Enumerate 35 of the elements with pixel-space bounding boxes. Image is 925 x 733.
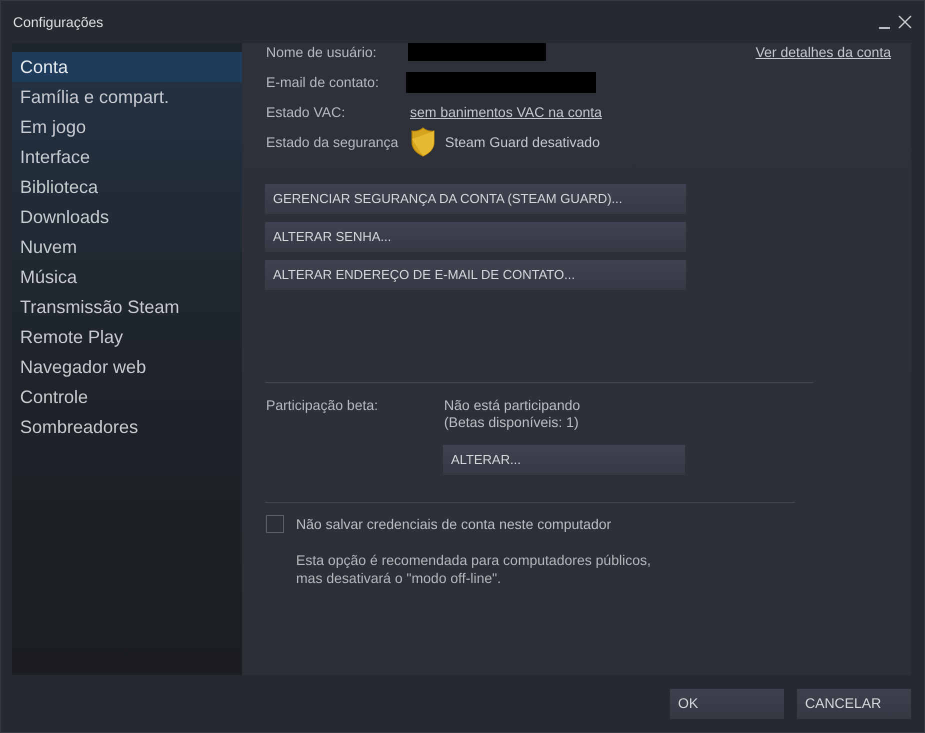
sidebar-item[interactable]: Transmissão Steam [12,292,242,322]
sidebar-item[interactable]: Conta [12,52,242,82]
credentials-note: Esta opção é recomendada para computadores públicos, mas desativará o "modo off-line". [296,551,652,587]
sidebar-item[interactable]: Remote Play [12,322,242,352]
account-details-link[interactable]: Ver detalhes da conta [756,42,891,62]
account-action-button[interactable]: GERENCIAR SEGURANÇA DA CONTA (STEAM GUARD)... [265,184,686,214]
checkbox[interactable] [266,515,284,533]
vac-status-link[interactable]: sem banimentos VAC na conta [410,102,602,122]
field-label: Nome de usuário: [266,42,378,62]
sidebar-item[interactable]: Controle [12,382,242,412]
cancel-button[interactable]: CANCELAR [797,688,911,718]
sidebar-item[interactable]: Biblioteca [12,172,242,202]
security-status-text: Steam Guard desativado [445,132,600,152]
account-action-button[interactable]: ALTERAR SENHA... [265,222,686,252]
sidebar-item[interactable]: Nuvem [12,232,242,262]
checkbox-label: Não salvar credenciais de conta neste computador [296,514,612,534]
ok-button[interactable]: OK [670,688,784,718]
field-label: Estado da segurança [266,132,400,152]
sidebar-item[interactable]: Em jogo [12,112,242,142]
change-beta-button[interactable]: ALTERAR... [443,445,685,475]
shield-icon [410,127,436,157]
field-label: E-mail de contato: [266,72,380,92]
sidebar-item[interactable]: Downloads [12,202,242,232]
sidebar-item[interactable]: Interface [12,142,242,172]
sidebar-item[interactable]: Música [12,262,242,292]
sidebar-item[interactable]: Família e compart. [12,82,242,112]
sidebar-item[interactable]: Navegador web [12,352,242,382]
window-title: Configurações [13,12,104,32]
beta-label: Participação beta: [266,397,380,415]
beta-count-text: (Betas disponíveis: 1) [444,414,580,431]
sidebar-item[interactable]: Sombreadores [12,412,242,442]
close-icon[interactable] [898,15,912,29]
account-action-button[interactable]: ALTERAR ENDEREÇO DE E-MAIL DE CONTATO... [265,260,686,290]
beta-status-text: Não está participando [444,397,582,414]
field-label: Estado VAC: [266,102,346,122]
